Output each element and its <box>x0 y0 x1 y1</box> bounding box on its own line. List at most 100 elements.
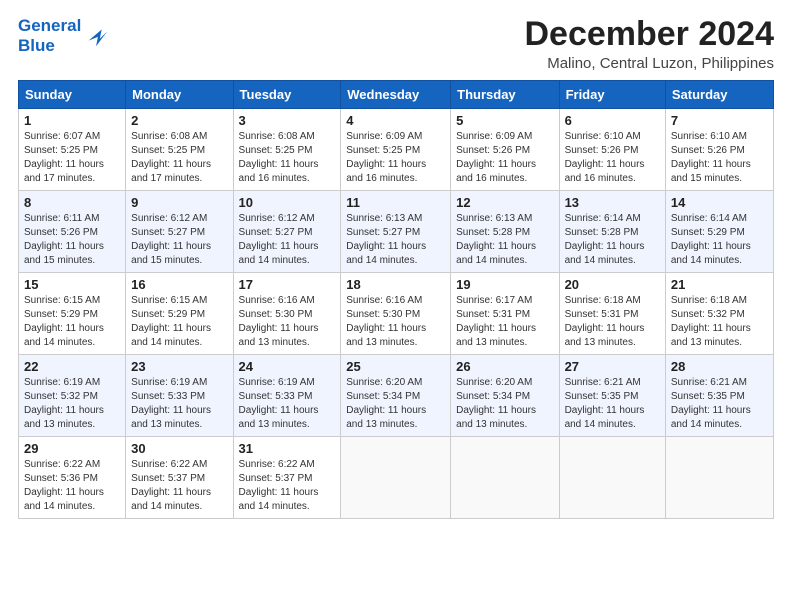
sunrise: Sunrise: 6:11 AM <box>24 213 99 224</box>
daylight: Daylight: 11 hours and 16 minutes. <box>239 159 319 184</box>
sunset: Sunset: 5:28 PM <box>456 227 530 238</box>
table-row: 24Sunrise: 6:19 AMSunset: 5:33 PMDayligh… <box>233 355 341 437</box>
table-row: 2Sunrise: 6:08 AMSunset: 5:25 PMDaylight… <box>126 109 233 191</box>
sunset: Sunset: 5:28 PM <box>565 227 639 238</box>
sunrise: Sunrise: 6:20 AM <box>346 377 422 388</box>
day-number: 26 <box>456 359 553 374</box>
day-info: Sunrise: 6:10 AMSunset: 5:26 PMDaylight:… <box>671 130 768 186</box>
daylight: Daylight: 11 hours and 14 minutes. <box>239 241 319 266</box>
day-number: 22 <box>24 359 120 374</box>
daylight: Daylight: 11 hours and 16 minutes. <box>346 159 426 184</box>
sunset: Sunset: 5:26 PM <box>565 145 639 156</box>
table-row: 6Sunrise: 6:10 AMSunset: 5:26 PMDaylight… <box>559 109 665 191</box>
sunrise: Sunrise: 6:09 AM <box>456 131 532 142</box>
day-number: 17 <box>239 277 336 292</box>
day-info: Sunrise: 6:22 AMSunset: 5:37 PMDaylight:… <box>131 458 227 514</box>
daylight: Daylight: 11 hours and 14 minutes. <box>24 487 104 512</box>
header-thursday: Thursday <box>451 81 559 109</box>
daylight: Daylight: 11 hours and 13 minutes. <box>565 323 645 348</box>
sunrise: Sunrise: 6:13 AM <box>456 213 532 224</box>
day-number: 14 <box>671 195 768 210</box>
month-title: December 2024 <box>524 16 774 53</box>
sunset: Sunset: 5:35 PM <box>565 391 639 402</box>
day-number: 28 <box>671 359 768 374</box>
day-info: Sunrise: 6:18 AMSunset: 5:31 PMDaylight:… <box>565 294 660 350</box>
daylight: Daylight: 11 hours and 15 minutes. <box>131 241 211 266</box>
sunset: Sunset: 5:27 PM <box>346 227 420 238</box>
sunrise: Sunrise: 6:13 AM <box>346 213 422 224</box>
sunset: Sunset: 5:25 PM <box>131 145 205 156</box>
day-number: 8 <box>24 195 120 210</box>
daylight: Daylight: 11 hours and 13 minutes. <box>346 405 426 430</box>
title-block: December 2024 Malino, Central Luzon, Phi… <box>524 16 774 72</box>
table-row: 30Sunrise: 6:22 AMSunset: 5:37 PMDayligh… <box>126 437 233 519</box>
table-row: 28Sunrise: 6:21 AMSunset: 5:35 PMDayligh… <box>665 355 773 437</box>
sunset: Sunset: 5:26 PM <box>671 145 745 156</box>
daylight: Daylight: 11 hours and 15 minutes. <box>24 241 104 266</box>
day-info: Sunrise: 6:12 AMSunset: 5:27 PMDaylight:… <box>239 212 336 268</box>
day-info: Sunrise: 6:11 AMSunset: 5:26 PMDaylight:… <box>24 212 120 268</box>
sunrise: Sunrise: 6:14 AM <box>565 213 641 224</box>
day-number: 12 <box>456 195 553 210</box>
logo-line2: Blue <box>18 36 81 56</box>
day-number: 4 <box>346 113 445 128</box>
logo: General Blue <box>18 16 111 55</box>
table-row: 17Sunrise: 6:16 AMSunset: 5:30 PMDayligh… <box>233 273 341 355</box>
table-row: 9Sunrise: 6:12 AMSunset: 5:27 PMDaylight… <box>126 191 233 273</box>
sunrise: Sunrise: 6:09 AM <box>346 131 422 142</box>
day-number: 3 <box>239 113 336 128</box>
day-number: 23 <box>131 359 227 374</box>
sunrise: Sunrise: 6:18 AM <box>671 295 747 306</box>
daylight: Daylight: 11 hours and 13 minutes. <box>131 405 211 430</box>
daylight: Daylight: 11 hours and 14 minutes. <box>671 241 751 266</box>
day-number: 7 <box>671 113 768 128</box>
sunset: Sunset: 5:37 PM <box>239 473 313 484</box>
day-number: 1 <box>24 113 120 128</box>
table-row <box>341 437 451 519</box>
daylight: Daylight: 11 hours and 13 minutes. <box>346 323 426 348</box>
day-info: Sunrise: 6:15 AMSunset: 5:29 PMDaylight:… <box>131 294 227 350</box>
sunrise: Sunrise: 6:21 AM <box>565 377 641 388</box>
daylight: Daylight: 11 hours and 14 minutes. <box>456 241 536 266</box>
week-row-3: 15Sunrise: 6:15 AMSunset: 5:29 PMDayligh… <box>19 273 774 355</box>
daylight: Daylight: 11 hours and 15 minutes. <box>671 159 751 184</box>
table-row <box>559 437 665 519</box>
day-info: Sunrise: 6:22 AMSunset: 5:37 PMDaylight:… <box>239 458 336 514</box>
week-row-2: 8 Sunrise: 6:11 AMSunset: 5:26 PMDaylight… <box>19 191 774 273</box>
table-row: 23Sunrise: 6:19 AMSunset: 5:33 PMDayligh… <box>126 355 233 437</box>
day-info: Sunrise: 6:17 AMSunset: 5:31 PMDaylight:… <box>456 294 553 350</box>
day-number: 25 <box>346 359 445 374</box>
daylight: Daylight: 11 hours and 14 minutes. <box>24 323 104 348</box>
sunrise: Sunrise: 6:22 AM <box>239 459 315 470</box>
sunrise: Sunrise: 6:14 AM <box>671 213 747 224</box>
day-number: 29 <box>24 441 120 456</box>
table-row <box>665 437 773 519</box>
day-number: 11 <box>346 195 445 210</box>
sunrise: Sunrise: 6:08 AM <box>131 131 207 142</box>
sunset: Sunset: 5:27 PM <box>239 227 313 238</box>
day-info: Sunrise: 6:14 AMSunset: 5:29 PMDaylight:… <box>671 212 768 268</box>
day-info: Sunrise: 6:08 AMSunset: 5:25 PMDaylight:… <box>131 130 227 186</box>
table-row: 10 Sunrise: 6:12 AMSunset: 5:27 PMDayligh… <box>233 191 341 273</box>
table-row: 21Sunrise: 6:18 AMSunset: 5:32 PMDayligh… <box>665 273 773 355</box>
daylight: Daylight: 11 hours and 13 minutes. <box>671 323 751 348</box>
sunset: Sunset: 5:32 PM <box>671 309 745 320</box>
day-number: 10 <box>239 195 336 210</box>
sunrise: Sunrise: 6:15 AM <box>131 295 207 306</box>
table-row: 20Sunrise: 6:18 AMSunset: 5:31 PMDayligh… <box>559 273 665 355</box>
sunset: Sunset: 5:34 PM <box>346 391 420 402</box>
sunset: Sunset: 5:29 PM <box>24 309 98 320</box>
table-row: 11Sunrise: 6:13 AMSunset: 5:27 PMDayligh… <box>341 191 451 273</box>
sunrise: Sunrise: 6:21 AM <box>671 377 747 388</box>
daylight: Daylight: 11 hours and 17 minutes. <box>24 159 104 184</box>
sunset: Sunset: 5:35 PM <box>671 391 745 402</box>
sunrise: Sunrise: 6:22 AM <box>131 459 207 470</box>
day-number: 5 <box>456 113 553 128</box>
daylight: Daylight: 11 hours and 14 minutes. <box>131 487 211 512</box>
sunset: Sunset: 5:25 PM <box>24 145 98 156</box>
sunset: Sunset: 5:30 PM <box>239 309 313 320</box>
table-row: 12 Sunrise: 6:13 AM Sunset: 5:28 PM Dayligh… <box>451 191 559 273</box>
day-info: Sunrise: 6:20 AM Sunset: 5:34 PM Daylight:… <box>346 376 445 432</box>
week-row-4: 22Sunrise: 6:19 AMSunset: 5:32 PMDayligh… <box>19 355 774 437</box>
header-wednesday: Wednesday <box>341 81 451 109</box>
